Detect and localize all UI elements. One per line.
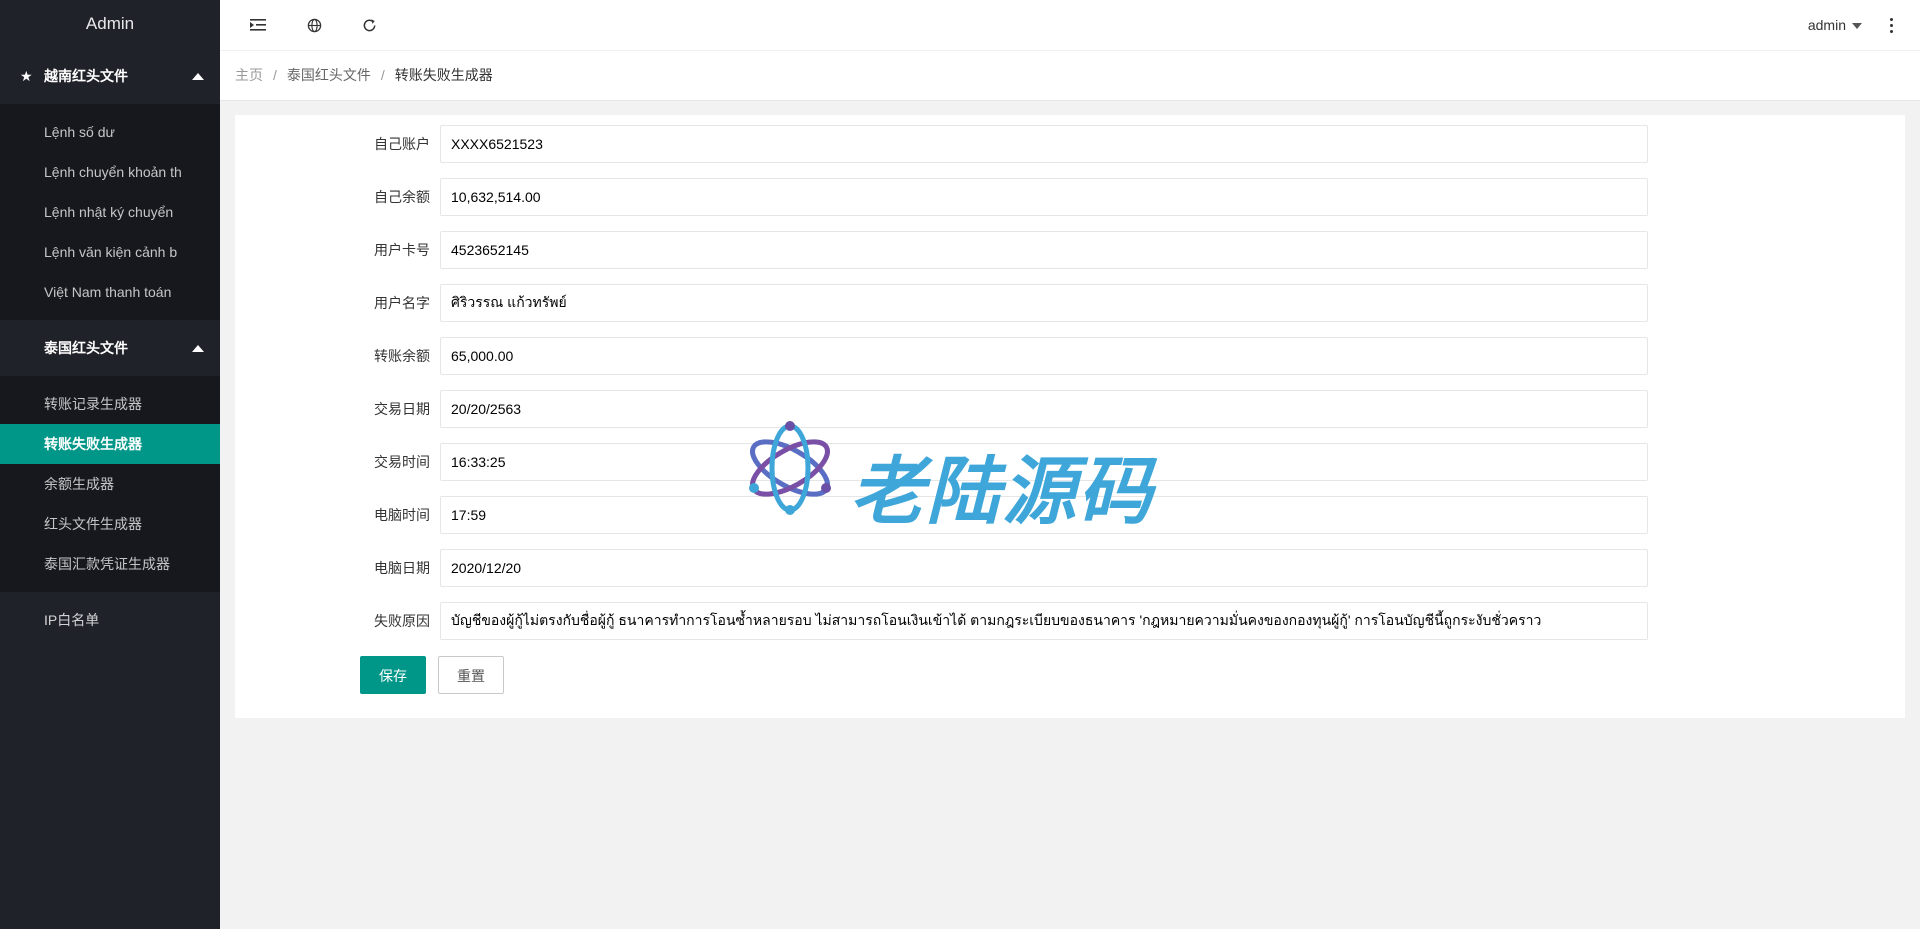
form-row-fail-reason: 失败原因	[235, 602, 1905, 640]
app-logo[interactable]: Admin	[0, 0, 220, 48]
sidebar-item-ip-whitelist[interactable]: IP白名单	[0, 592, 220, 648]
field-label: 用户名字	[374, 295, 430, 311]
save-button[interactable]: 保存	[360, 656, 426, 694]
more-vertical-icon[interactable]	[1884, 14, 1898, 36]
form-row-trade-date: 交易日期	[235, 390, 1905, 428]
field-label: 自己账户	[374, 136, 430, 152]
form-row-own-account: 自己账户	[235, 125, 1905, 163]
transfer-amount-input[interactable]	[440, 337, 1648, 375]
breadcrumb: 主页 / 泰国红头文件 / 转账失败生成器	[220, 51, 1920, 101]
form-row-own-balance: 自己余额	[235, 178, 1905, 216]
form-row-pc-date: 电脑日期	[235, 549, 1905, 587]
trade-time-input[interactable]	[440, 443, 1648, 481]
sidebar-item-transfer-failed[interactable]: 转账失败生成器	[0, 424, 220, 464]
own-account-input[interactable]	[440, 125, 1648, 163]
breadcrumb-parent[interactable]: 泰国红头文件	[287, 67, 371, 83]
field-label: 失败原因	[374, 613, 430, 629]
sidebar-group-thailand[interactable]: 泰国红头文件	[0, 320, 220, 376]
trade-date-input[interactable]	[440, 390, 1648, 428]
form-row-transfer-amount: 转账余额	[235, 337, 1905, 375]
sidebar-item-transfer-record[interactable]: 转账记录生成器	[0, 384, 220, 424]
caret-down-icon	[1852, 23, 1862, 30]
sidebar-group-label: 越南红头文件	[44, 68, 128, 84]
sidebar-item-red-doc[interactable]: 红头文件生成器	[0, 504, 220, 544]
form-row-card-number: 用户卡号	[235, 231, 1905, 269]
form-row-trade-time: 交易时间	[235, 443, 1905, 481]
pc-date-input[interactable]	[440, 549, 1648, 587]
field-label: 用户卡号	[374, 242, 430, 258]
form-card: 自己账户 自己余额 用户卡号 用户名字 转账余额 交易日期 交易时间 电脑时间 …	[235, 115, 1905, 718]
caret-up-icon	[192, 345, 204, 352]
globe-icon[interactable]	[303, 14, 325, 36]
breadcrumb-home[interactable]: 主页	[235, 67, 263, 83]
field-label: 自己余额	[374, 189, 430, 205]
sidebar-item-balance[interactable]: 余额生成器	[0, 464, 220, 504]
caret-up-icon	[192, 73, 204, 80]
user-menu[interactable]: admin	[1808, 0, 1862, 50]
sidebar-group-thailand-items: 转账记录生成器 转账失败生成器 余额生成器 红头文件生成器 泰国汇款凭证生成器	[0, 376, 220, 592]
menu-collapse-icon[interactable]	[247, 14, 269, 36]
fail-reason-input[interactable]	[440, 602, 1648, 640]
sidebar: Admin ★ 越南红头文件 Lệnh số dư Lệnh chuyển kh…	[0, 0, 220, 929]
field-label: 转账余额	[374, 348, 430, 364]
form-row-pc-time: 电脑时间	[235, 496, 1905, 534]
sidebar-item-remittance[interactable]: 泰国汇款凭证生成器	[0, 544, 220, 584]
sidebar-item-transfer-vn[interactable]: Lệnh chuyển khoản th	[0, 152, 220, 192]
breadcrumb-separator: /	[380, 67, 385, 83]
sidebar-item-warning-doc-vn[interactable]: Lệnh văn kiện cảnh b	[0, 232, 220, 272]
top-header: admin	[220, 0, 1920, 51]
sidebar-group-vietnam[interactable]: ★ 越南红头文件	[0, 48, 220, 104]
field-label: 交易日期	[374, 401, 430, 417]
star-icon: ★	[20, 68, 33, 84]
field-label: 交易时间	[374, 454, 430, 470]
refresh-icon[interactable]	[358, 14, 380, 36]
card-number-input[interactable]	[440, 231, 1648, 269]
form-row-user-name: 用户名字	[235, 284, 1905, 322]
field-label: 电脑日期	[374, 560, 430, 576]
breadcrumb-current: 转账失败生成器	[394, 67, 493, 83]
pc-time-input[interactable]	[440, 496, 1648, 534]
user-name: admin	[1807, 17, 1846, 33]
user-name-input[interactable]	[440, 284, 1648, 322]
sidebar-item-balance-vn[interactable]: Lệnh số dư	[0, 112, 220, 152]
breadcrumb-separator: /	[273, 67, 277, 83]
reset-button[interactable]: 重置	[438, 656, 504, 694]
sidebar-item-transfer-log-vn[interactable]: Lệnh nhật ký chuyển	[0, 192, 220, 232]
field-label: 电脑时间	[374, 507, 430, 523]
sidebar-group-label: 泰国红头文件	[44, 340, 128, 356]
own-balance-input[interactable]	[440, 178, 1648, 216]
sidebar-group-vietnam-items: Lệnh số dư Lệnh chuyển khoản th Lệnh nhậ…	[0, 104, 220, 320]
sidebar-item-payment-vn[interactable]: Việt Nam thanh toán	[0, 272, 220, 312]
